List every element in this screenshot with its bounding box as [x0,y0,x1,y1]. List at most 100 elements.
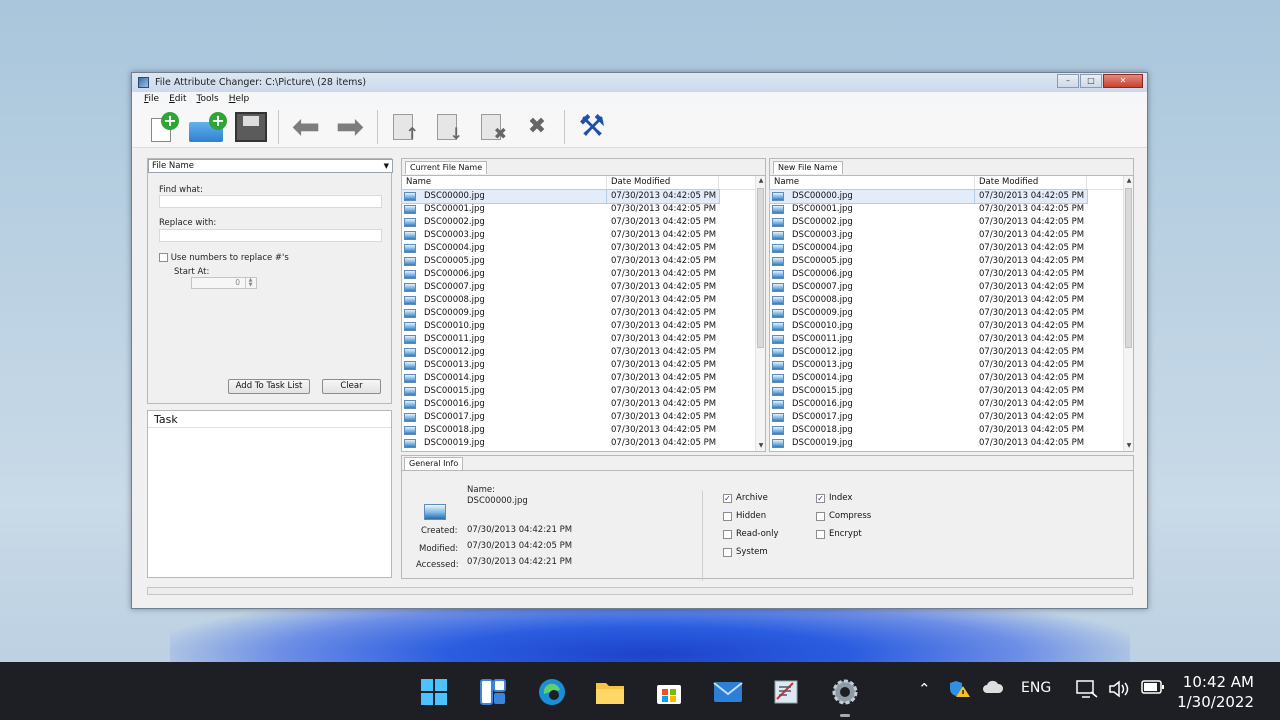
add-folder-button[interactable]: + [186,108,228,146]
file-name-cell[interactable]: DSC00016.jpg [770,398,975,411]
network-icon[interactable] [1076,680,1098,702]
clear-all-button[interactable]: ✖ [516,108,558,146]
back-button[interactable]: ⬅ [285,108,327,146]
file-name-cell[interactable]: DSC00004.jpg [402,242,607,255]
battery-icon[interactable] [1141,680,1165,698]
file-name-cell[interactable]: DSC00015.jpg [402,385,607,398]
import-button[interactable]: ↑ [384,108,426,146]
add-files-button[interactable]: + [142,108,184,146]
file-name-cell[interactable]: DSC00011.jpg [770,333,975,346]
table-row[interactable]: DSC00014.jpg 07/30/2013 04:42:05 PM [770,372,1133,385]
maximize-button[interactable]: □ [1080,74,1102,88]
menu-file[interactable]: File [144,94,159,104]
file-name-cell[interactable]: DSC00019.jpg [402,437,607,450]
archive-checkbox[interactable]: ✓ [723,493,732,503]
file-name-cell[interactable]: DSC00015.jpg [770,385,975,398]
file-name-cell[interactable]: DSC00003.jpg [402,229,607,242]
table-row[interactable]: DSC00000.jpg 07/30/2013 04:42:05 PM [769,189,1133,204]
table-row[interactable]: DSC00006.jpg 07/30/2013 04:42:05 PM [770,268,1133,281]
start-at-stepper[interactable]: 0 ▲ ▼ [191,277,257,289]
scroll-thumb[interactable] [1125,188,1132,348]
stepper-arrows-icon[interactable]: ▲ ▼ [245,278,255,288]
windows-start-icon[interactable] [418,676,450,708]
file-name-cell[interactable]: DSC00001.jpg [770,203,975,216]
cloud-icon[interactable] [982,680,1004,698]
rename-mode-select[interactable]: File Name ▼ [148,159,393,173]
compress-checkbox[interactable] [816,511,825,521]
table-row[interactable]: DSC00019.jpg 07/30/2013 04:42:05 PM [402,437,765,450]
table-row[interactable]: DSC00002.jpg 07/30/2013 04:42:05 PM [770,216,1133,229]
table-row[interactable]: DSC00004.jpg 07/30/2013 04:42:05 PM [770,242,1133,255]
file-name-cell[interactable]: DSC00016.jpg [402,398,607,411]
widgets-icon[interactable] [477,676,509,708]
table-row[interactable]: DSC00007.jpg 07/30/2013 04:42:05 PM [402,281,765,294]
table-row[interactable]: DSC00016.jpg 07/30/2013 04:42:05 PM [770,398,1133,411]
file-name-cell[interactable]: DSC00014.jpg [402,372,607,385]
scroll-down-icon[interactable]: ▼ [1124,441,1134,451]
table-row[interactable]: DSC00015.jpg 07/30/2013 04:42:05 PM [402,385,765,398]
table-row[interactable]: DSC00001.jpg 07/30/2013 04:42:05 PM [402,203,765,216]
table-row[interactable]: DSC00011.jpg 07/30/2013 04:42:05 PM [770,333,1133,346]
tab-new-file-name[interactable]: New File Name [773,161,843,174]
encrypt-checkbox[interactable] [816,529,825,539]
file-name-cell[interactable]: DSC00012.jpg [770,346,975,359]
vertical-scrollbar[interactable]: ▲ ▼ [755,176,765,451]
read-only-checkbox[interactable] [723,529,732,539]
table-row[interactable]: DSC00008.jpg 07/30/2013 04:42:05 PM [770,294,1133,307]
table-row[interactable]: DSC00010.jpg 07/30/2013 04:42:05 PM [402,320,765,333]
attr-index[interactable]: ✓ Index [816,493,852,503]
file-name-cell[interactable]: DSC00006.jpg [770,268,975,281]
table-row[interactable]: DSC00019.jpg 07/30/2013 04:42:05 PM [770,437,1133,450]
file-name-cell[interactable]: DSC00002.jpg [402,216,607,229]
table-row[interactable]: DSC00014.jpg 07/30/2013 04:42:05 PM [402,372,765,385]
table-row[interactable]: DSC00002.jpg 07/30/2013 04:42:05 PM [402,216,765,229]
file-name-cell[interactable]: DSC00013.jpg [770,359,975,372]
table-row[interactable]: DSC00013.jpg 07/30/2013 04:42:05 PM [770,359,1133,372]
file-name-cell[interactable]: DSC00008.jpg [770,294,975,307]
table-row[interactable]: DSC00011.jpg 07/30/2013 04:42:05 PM [402,333,765,346]
table-row[interactable]: DSC00017.jpg 07/30/2013 04:42:05 PM [770,411,1133,424]
table-row[interactable]: DSC00003.jpg 07/30/2013 04:42:05 PM [770,229,1133,242]
attr-system[interactable]: System [723,547,768,557]
table-row[interactable]: DSC00001.jpg 07/30/2013 04:42:05 PM [770,203,1133,216]
file-name-cell[interactable]: DSC00011.jpg [402,333,607,346]
table-row[interactable]: DSC00010.jpg 07/30/2013 04:42:05 PM [770,320,1133,333]
menu-edit[interactable]: Edit [169,94,186,104]
menu-tools[interactable]: Tools [197,94,219,104]
table-row[interactable]: DSC00009.jpg 07/30/2013 04:42:05 PM [402,307,765,320]
file-name-cell[interactable]: DSC00000.jpg [769,189,976,204]
replace-input[interactable] [159,229,382,242]
scroll-up-icon[interactable]: ▲ [1124,176,1134,186]
file-name-cell[interactable]: DSC00005.jpg [402,255,607,268]
table-row[interactable]: DSC00016.jpg 07/30/2013 04:42:05 PM [402,398,765,411]
menu-help[interactable]: Help [229,94,250,104]
title-bar[interactable]: File Attribute Changer: C:\Picture\ (28 … [132,73,1147,92]
file-name-cell[interactable]: DSC00006.jpg [402,268,607,281]
vertical-scrollbar[interactable]: ▲ ▼ [1123,176,1133,451]
clock[interactable]: 10:42 AM 1/30/2022 [1177,672,1254,712]
column-date-modified[interactable]: Date Modified [607,176,719,189]
delete-button[interactable]: ✖ [472,108,514,146]
microsoft-store-icon[interactable] [653,676,685,708]
table-row[interactable]: DSC00018.jpg 07/30/2013 04:42:05 PM [770,424,1133,437]
file-name-cell[interactable]: DSC00018.jpg [770,424,975,437]
file-name-cell[interactable]: DSC00014.jpg [770,372,975,385]
file-name-cell[interactable]: DSC00004.jpg [770,242,975,255]
tab-general-info[interactable]: General Info [404,457,464,470]
file-name-cell[interactable]: DSC00001.jpg [402,203,607,216]
file-name-cell[interactable]: DSC00005.jpg [770,255,975,268]
table-row[interactable]: DSC00013.jpg 07/30/2013 04:42:05 PM [402,359,765,372]
find-input[interactable] [159,195,382,208]
table-row[interactable]: DSC00017.jpg 07/30/2013 04:42:05 PM [402,411,765,424]
edge-browser-icon[interactable] [536,676,568,708]
tab-current-file-name[interactable]: Current File Name [405,161,488,174]
export-button[interactable]: ↓ [428,108,470,146]
table-row[interactable]: DSC00004.jpg 07/30/2013 04:42:05 PM [402,242,765,255]
file-name-cell[interactable]: DSC00017.jpg [770,411,975,424]
volume-icon[interactable] [1108,680,1130,702]
forward-button[interactable]: ➡ [329,108,371,146]
file-name-cell[interactable]: DSC00002.jpg [770,216,975,229]
file-name-cell[interactable]: DSC00003.jpg [770,229,975,242]
table-row[interactable]: DSC00006.jpg 07/30/2013 04:42:05 PM [402,268,765,281]
table-row[interactable]: DSC00012.jpg 07/30/2013 04:42:05 PM [770,346,1133,359]
